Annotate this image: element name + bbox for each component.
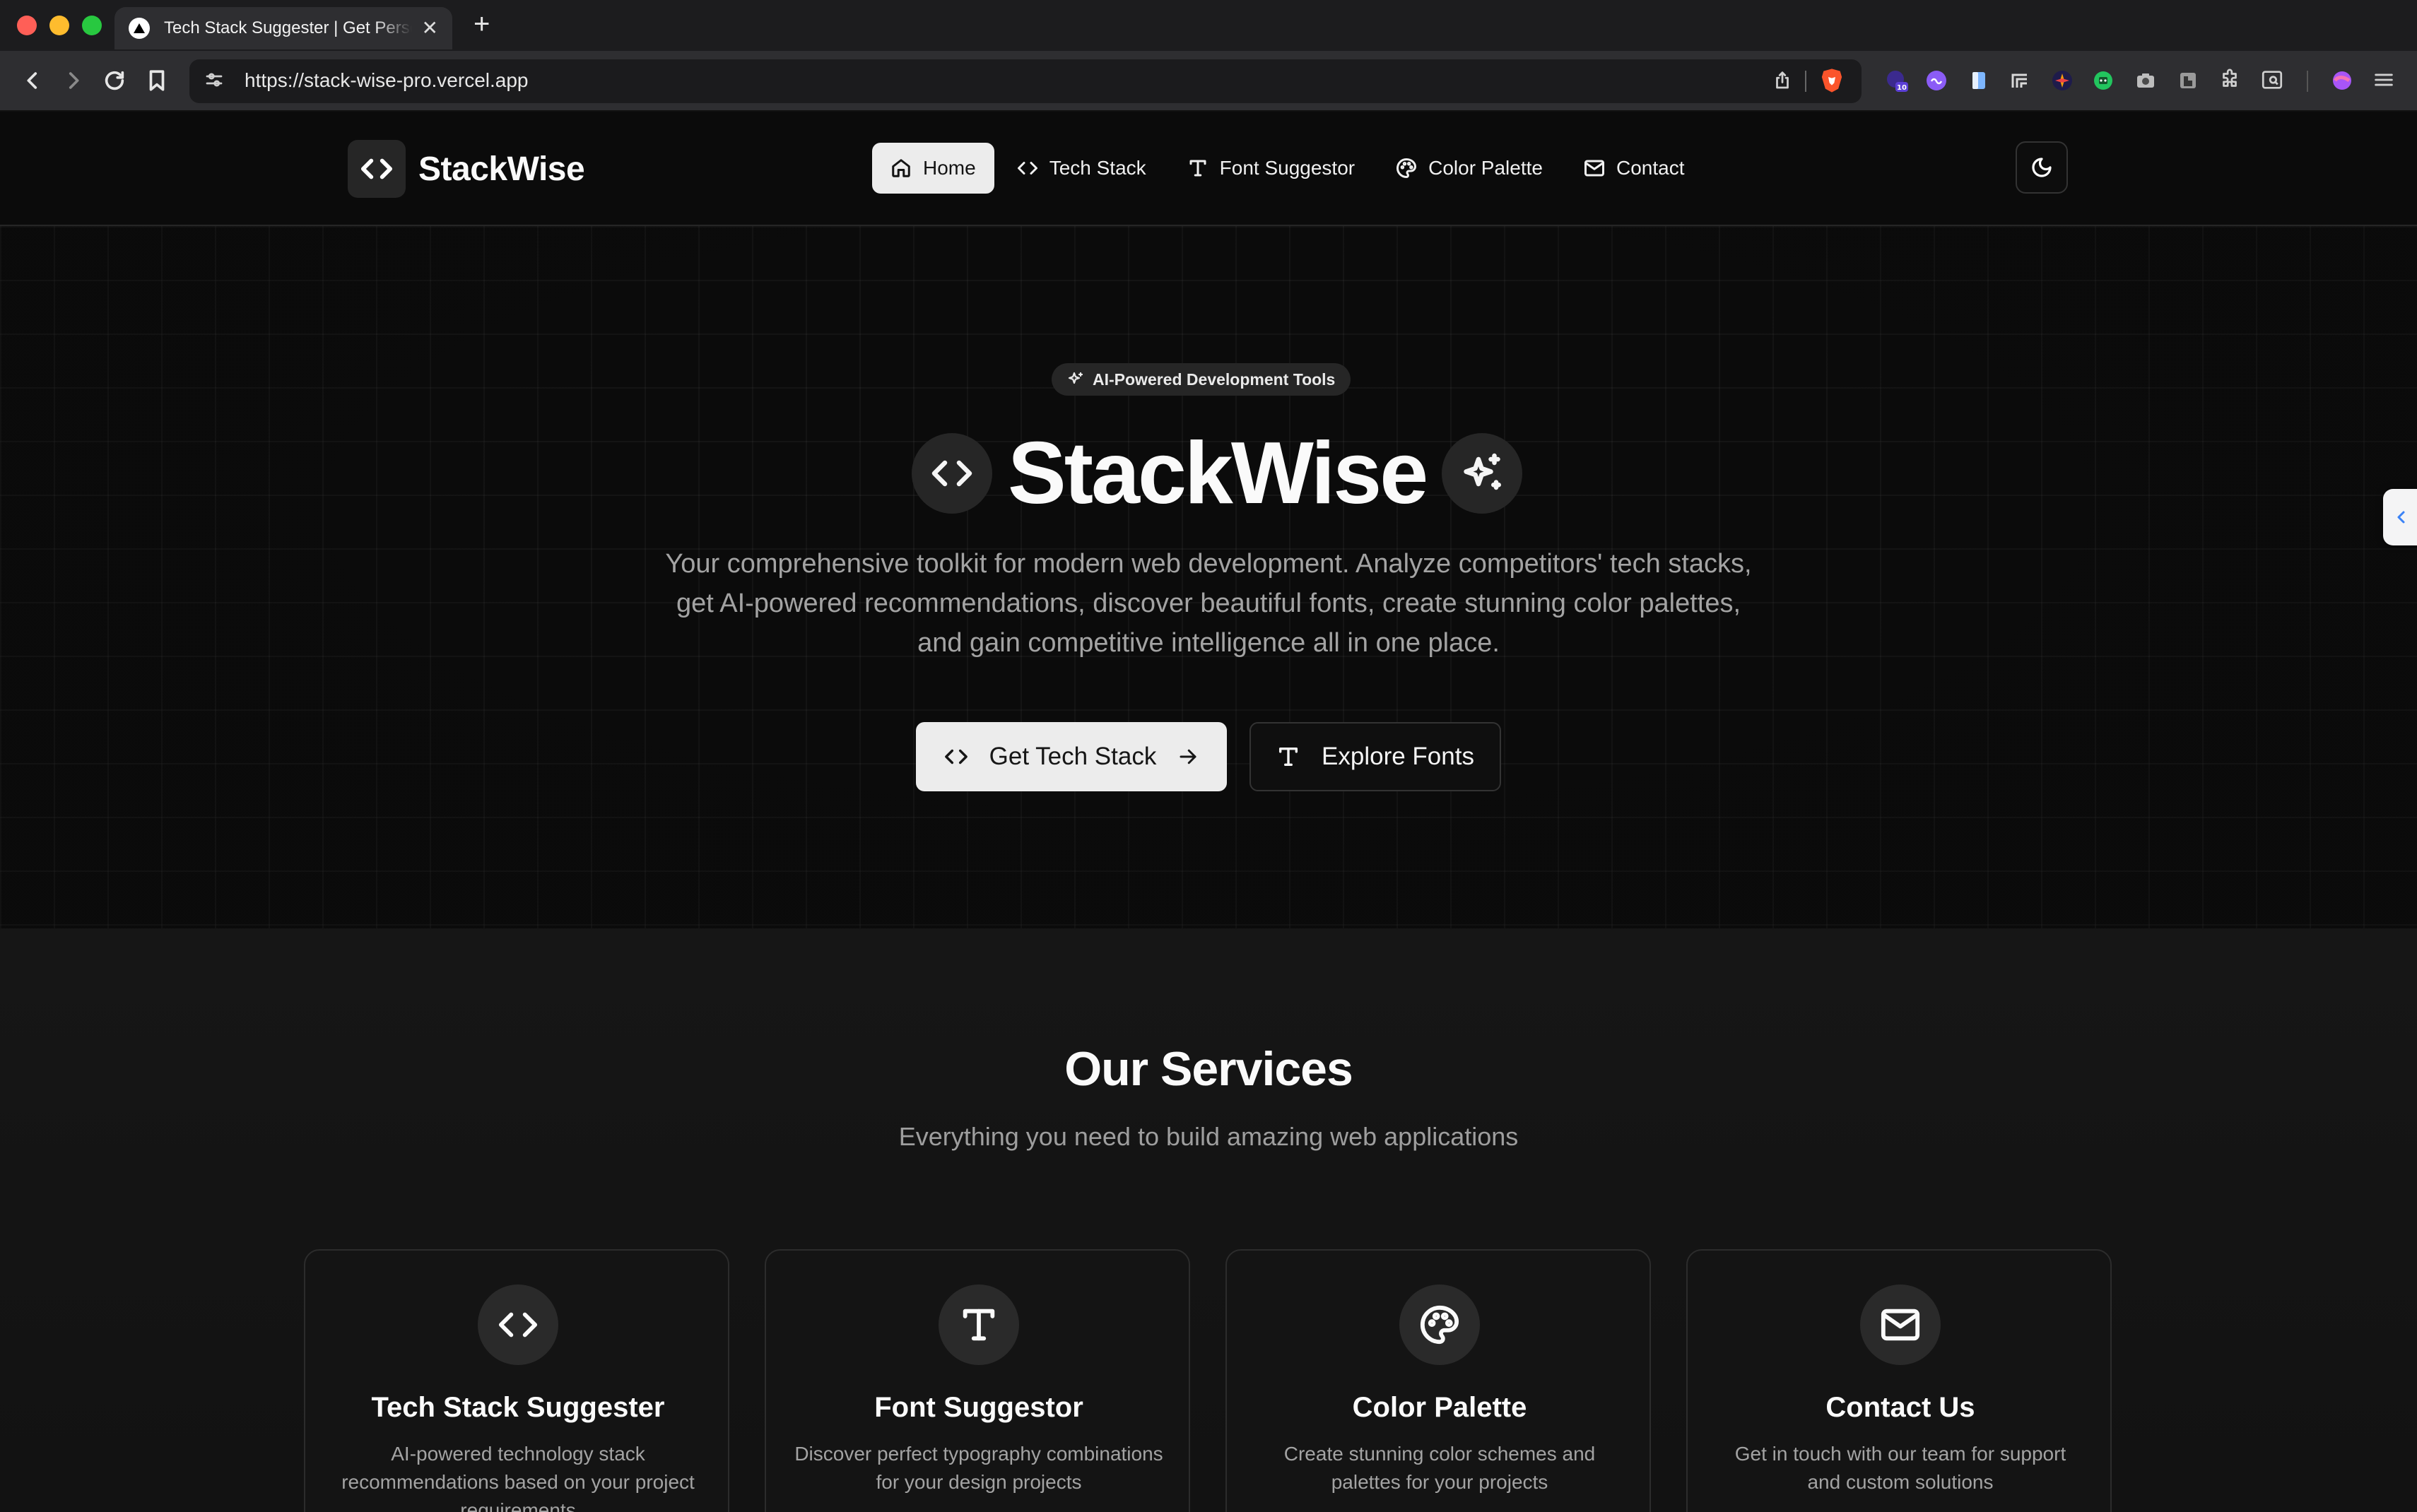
window-close-button[interactable]	[17, 16, 37, 35]
services-subtitle: Everything you need to build amazing web…	[898, 1122, 1519, 1151]
service-card-tech-stack[interactable]: Tech Stack Suggester AI-powered technolo…	[304, 1249, 729, 1512]
get-tech-stack-label: Get Tech Stack	[989, 743, 1157, 770]
type-icon	[1278, 747, 1298, 767]
mail-icon	[1860, 1284, 1941, 1365]
toolbar-divider-2	[2307, 71, 2308, 92]
share-icon	[1776, 71, 1789, 89]
url-text: https://stack-wise-pro.vercel.app	[245, 69, 529, 91]
nav-item-label: Font Suggestor	[1219, 157, 1355, 179]
extension-icon-1[interactable]: 10	[1883, 68, 1908, 93]
arrow-right-icon	[1180, 749, 1196, 764]
hero-description: Your comprehensive toolkit for modern we…	[665, 549, 1752, 658]
nav-item-label: Contact	[1616, 157, 1685, 179]
brave-shields-icon[interactable]	[1818, 66, 1846, 95]
home-icon	[892, 159, 910, 177]
get-tech-stack-button[interactable]: Get Tech Stack	[916, 722, 1227, 791]
web-page: StackWise Home Tech Stack Font Suggestor…	[0, 112, 2417, 1512]
service-card-title: Font Suggestor	[874, 1392, 1083, 1423]
hero-section: AI-Powered Development Tools StackWise Y…	[0, 226, 2417, 928]
service-card-title: Tech Stack Suggester	[371, 1392, 665, 1423]
site-settings-icon[interactable]	[204, 69, 228, 93]
browser-menu-icon[interactable]	[2372, 68, 2397, 93]
browser-tab-bar: Tech Stack Suggester | Get Personalized …	[0, 0, 2417, 51]
window-minimize-button[interactable]	[49, 16, 69, 35]
type-icon	[1189, 160, 1206, 177]
services-section: Our Services Everything you need to buil…	[0, 928, 2417, 1512]
logo-text: StackWise	[418, 150, 585, 188]
site-logo[interactable]: StackWise	[348, 140, 585, 198]
hero-sparkles-icon	[1442, 433, 1523, 514]
browser-leo-icon[interactable]	[2329, 68, 2355, 93]
extension-icon-5[interactable]	[2050, 68, 2075, 93]
browser-tab-active[interactable]: Tech Stack Suggester | Get Personalized …	[114, 7, 452, 49]
palette-icon	[1396, 158, 1417, 178]
service-card-title: Contact Us	[1825, 1392, 1975, 1423]
service-card-font-suggestor[interactable]: Font Suggestor Discover perfect typograp…	[765, 1249, 1190, 1512]
forward-arrow-icon	[69, 72, 79, 89]
extension-icon-6[interactable]	[2090, 68, 2116, 93]
nav-item-home[interactable]: Home	[872, 143, 994, 194]
reload-button[interactable]	[100, 66, 129, 95]
code-icon	[1017, 162, 1037, 175]
nav-item-contact[interactable]: Contact	[1565, 143, 1703, 194]
services-title: Our Services	[1064, 1042, 1353, 1096]
svg-text:10: 10	[1897, 84, 1907, 92]
vercel-favicon-icon	[129, 18, 150, 39]
nav-item-font-suggestor[interactable]: Font Suggestor	[1169, 143, 1373, 194]
type-icon	[939, 1284, 1019, 1365]
forward-button[interactable]	[59, 66, 88, 95]
extension-icon-8[interactable]	[2175, 68, 2201, 93]
nav-item-color-palette[interactable]: Color Palette	[1377, 143, 1561, 194]
tab-close-icon[interactable]: ✕	[422, 18, 438, 38]
code-icon	[478, 1284, 558, 1365]
share-button[interactable]	[1768, 66, 1796, 95]
service-card-description: AI-powered technology stack recommendati…	[341, 1443, 695, 1512]
extension-icon-3[interactable]	[1966, 68, 1992, 93]
hero-badge-text: AI-Powered Development Tools	[1093, 370, 1336, 389]
palette-icon	[1399, 1284, 1480, 1365]
extensions-puzzle-icon[interactable]	[2218, 68, 2243, 93]
moon-icon	[2032, 158, 2052, 177]
new-tab-button[interactable]: +	[474, 10, 490, 38]
explore-fonts-button[interactable]: Explore Fonts	[1249, 722, 1501, 791]
extension-icon-7[interactable]	[2133, 68, 2158, 93]
hero-title-row: StackWise	[912, 425, 1523, 522]
hero-title: StackWise	[1008, 425, 1428, 522]
hero-code-icon	[912, 433, 992, 514]
nav-item-label: Tech Stack	[1049, 157, 1146, 179]
mail-icon	[1584, 160, 1604, 177]
toolbar-divider	[1805, 71, 1806, 92]
main-nav: Home Tech Stack Font Suggestor Color Pal…	[872, 143, 1707, 194]
nav-item-tech-stack[interactable]: Tech Stack	[999, 143, 1165, 194]
service-card-title: Color Palette	[1352, 1392, 1527, 1423]
service-card-description: Create stunning color schemes and palett…	[1283, 1443, 1596, 1493]
site-header: StackWise Home Tech Stack Font Suggestor…	[0, 112, 2417, 226]
nav-item-label: Color Palette	[1428, 157, 1543, 179]
service-card-description: Get in touch with our team for support a…	[1734, 1443, 2066, 1493]
extension-icon-4[interactable]	[2007, 68, 2033, 93]
address-bar[interactable]: https://stack-wise-pro.vercel.app	[189, 59, 1862, 103]
service-card-color-palette[interactable]: Color Palette Create stunning color sche…	[1225, 1249, 1651, 1512]
tab-title: Tech Stack Suggester | Get Personalized …	[164, 18, 412, 37]
window-zoom-button[interactable]	[82, 16, 102, 35]
bookmark-button[interactable]	[143, 66, 171, 95]
back-button[interactable]	[18, 66, 47, 95]
bookmark-icon	[149, 70, 165, 91]
explore-fonts-label: Explore Fonts	[1322, 743, 1474, 770]
service-card-description: Discover perfect typography combinations…	[794, 1443, 1163, 1493]
back-arrow-icon	[27, 72, 37, 89]
reload-icon	[105, 71, 124, 90]
theme-toggle-button[interactable]	[2016, 141, 2068, 194]
sidebar-search-icon[interactable]	[2260, 68, 2286, 93]
extension-icon-2[interactable]	[1924, 68, 1949, 93]
code-icon	[944, 749, 968, 764]
nav-item-label: Home	[923, 157, 976, 179]
service-card-contact[interactable]: Contact Us Get in touch with our team fo…	[1686, 1249, 2112, 1512]
logo-code-icon	[348, 140, 406, 198]
sparkles-icon	[1068, 372, 1083, 384]
hero-badge: AI-Powered Development Tools	[1052, 363, 1351, 396]
